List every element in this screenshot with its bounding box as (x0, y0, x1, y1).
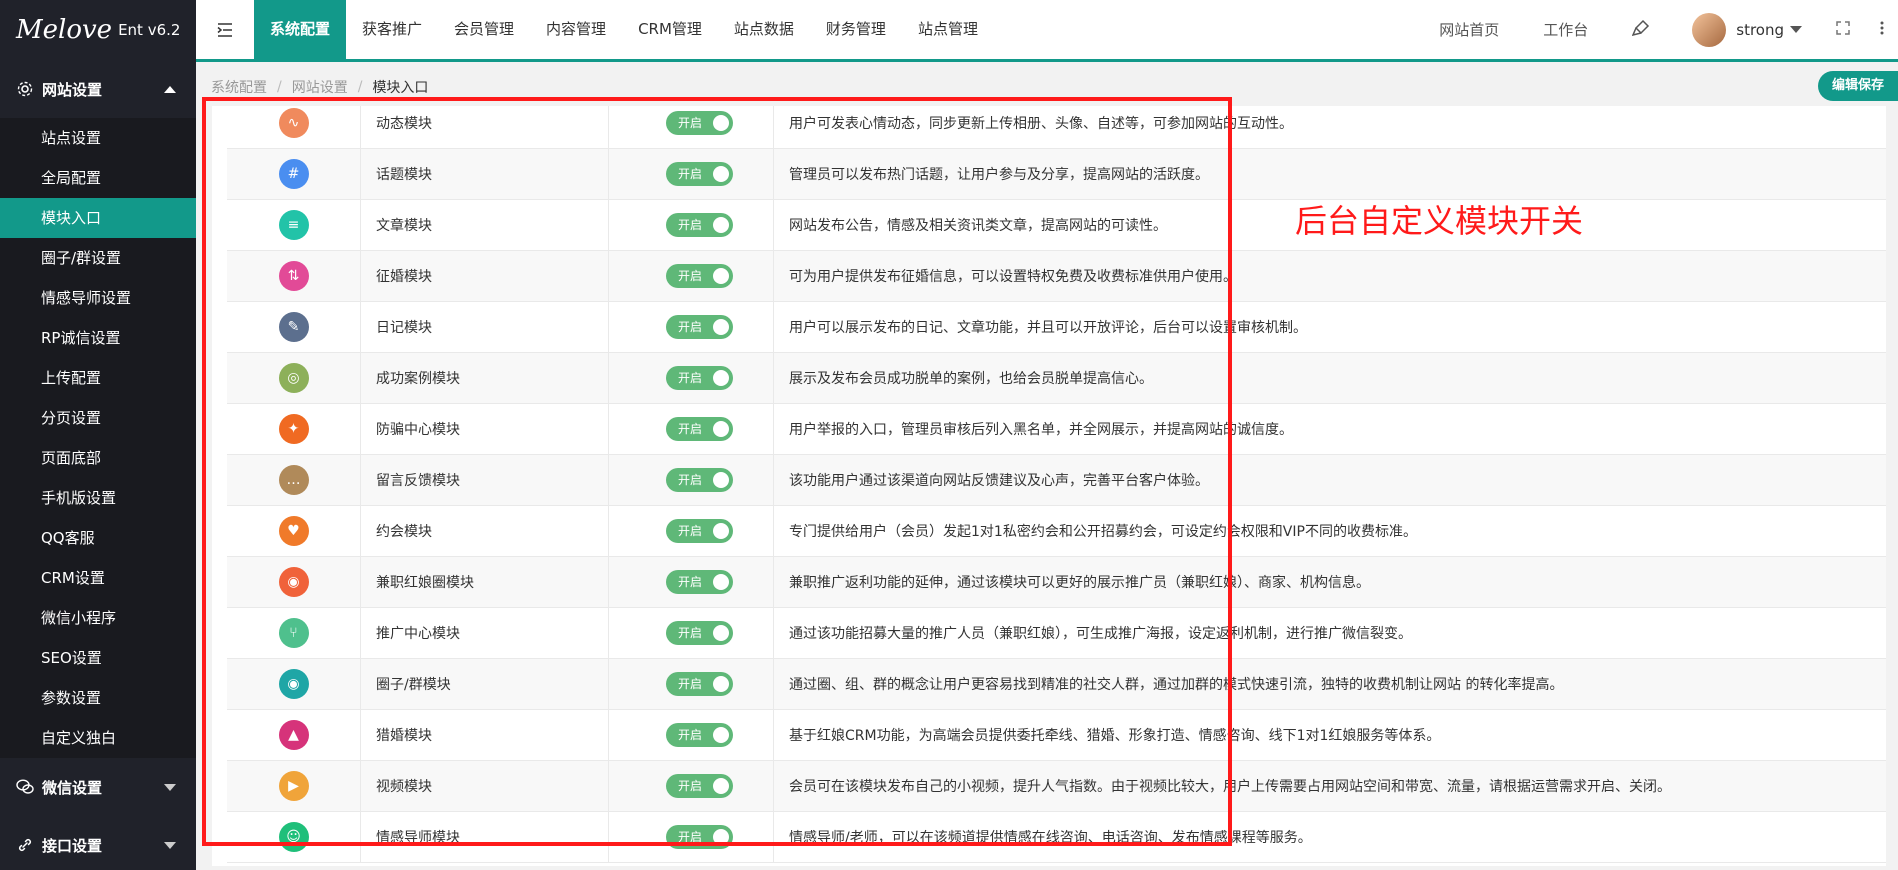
chevron-up-icon (164, 86, 176, 93)
sidebar-group-wechat-settings[interactable]: 微信设置 (0, 758, 196, 816)
highlight-box (202, 97, 1232, 846)
sidebar-group-website-settings[interactable]: 网站设置 (0, 60, 196, 118)
sidebar-item-mentor-settings[interactable]: 情感导师设置 (0, 278, 196, 318)
version-label: Ent v6.2 (118, 21, 181, 39)
sidebar-group-label: 网站设置 (42, 80, 103, 99)
link-icon (16, 836, 34, 854)
logo[interactable]: Melove Ent v6.2 (0, 0, 196, 60)
sidebar-item-params[interactable]: 参数设置 (0, 678, 196, 718)
fullscreen-icon[interactable] (1802, 20, 1870, 39)
top-navigation: 系统配置 获客推广 会员管理 内容管理 CRM管理 站点数据 财务管理 站点管理… (196, 0, 1898, 62)
chevron-down-icon (1790, 26, 1802, 33)
sidebar-item-mobile-settings[interactable]: 手机版设置 (0, 478, 196, 518)
sidebar-item-rp-settings[interactable]: RP诚信设置 (0, 318, 196, 358)
tab-finance-management[interactable]: 财务管理 (810, 0, 902, 59)
sidebar-submenu: 站点设置 全局配置 模块入口 圈子/群设置 情感导师设置 RP诚信设置 上传配置… (0, 118, 196, 758)
breadcrumb-item[interactable]: 网站设置 (292, 77, 348, 97)
avatar[interactable] (1692, 12, 1727, 47)
site-home-link[interactable]: 网站首页 (1417, 19, 1521, 40)
tab-site-management[interactable]: 站点管理 (902, 0, 994, 59)
sidebar-item-pagination[interactable]: 分页设置 (0, 398, 196, 438)
sidebar-item-global-config[interactable]: 全局配置 (0, 158, 196, 198)
logo-mark: Melove (16, 15, 113, 45)
tab-member-management[interactable]: 会员管理 (438, 0, 530, 59)
clear-cache-icon[interactable] (1610, 19, 1672, 41)
annotation-text: 后台自定义模块开关 (1295, 202, 1584, 240)
chevron-down-icon (164, 784, 176, 791)
chevron-down-icon (164, 842, 176, 849)
sidebar-item-wechat-miniapp[interactable]: 微信小程序 (0, 598, 196, 638)
breadcrumb-separator: / (277, 79, 282, 95)
sidebar-group-label: 接口设置 (42, 836, 103, 855)
tab-content-management[interactable]: 内容管理 (530, 0, 622, 59)
tab-crm-management[interactable]: CRM管理 (622, 0, 718, 59)
breadcrumb-separator: / (357, 79, 363, 95)
sidebar-group-api-settings[interactable]: 接口设置 (0, 816, 196, 870)
sidebar-item-qq-service[interactable]: QQ客服 (0, 518, 196, 558)
sidebar-item-circle-settings[interactable]: 圈子/群设置 (0, 238, 196, 278)
sidebar-item-custom-monologue[interactable]: 自定义独白 (0, 718, 196, 758)
menu-fold-icon[interactable] (196, 0, 254, 59)
more-vertical-icon[interactable] (1870, 21, 1898, 39)
wechat-icon (16, 778, 34, 796)
sidebar-item-site-settings[interactable]: 站点设置 (0, 118, 196, 158)
tab-site-data[interactable]: 站点数据 (718, 0, 810, 59)
workbench-link[interactable]: 工作台 (1521, 19, 1610, 40)
sidebar-item-page-footer[interactable]: 页面底部 (0, 438, 196, 478)
sidebar-group-label: 微信设置 (42, 778, 103, 797)
breadcrumb-item[interactable]: 系统配置 (211, 77, 267, 97)
username-label: strong (1736, 20, 1784, 39)
tab-system-config[interactable]: 系统配置 (254, 0, 347, 59)
gear-icon (16, 80, 34, 98)
sidebar-item-seo-settings[interactable]: SEO设置 (0, 638, 196, 678)
sidebar-item-upload-config[interactable]: 上传配置 (0, 358, 196, 398)
breadcrumb-current: 模块入口 (372, 80, 429, 96)
sidebar-item-module-entry[interactable]: 模块入口 (0, 198, 196, 238)
sidebar: Melove Ent v6.2 网站设置 站点设置 全局配置 模块入口 圈子/群… (0, 0, 196, 870)
tab-customer-acquisition[interactable]: 获客推广 (346, 0, 438, 59)
save-button[interactable]: 编辑保存 (1817, 71, 1898, 101)
sidebar-item-crm-settings[interactable]: CRM设置 (0, 558, 196, 598)
user-menu[interactable]: strong (1736, 21, 1802, 39)
top-right-actions: 网站首页 工作台 strong (1417, 0, 1898, 59)
